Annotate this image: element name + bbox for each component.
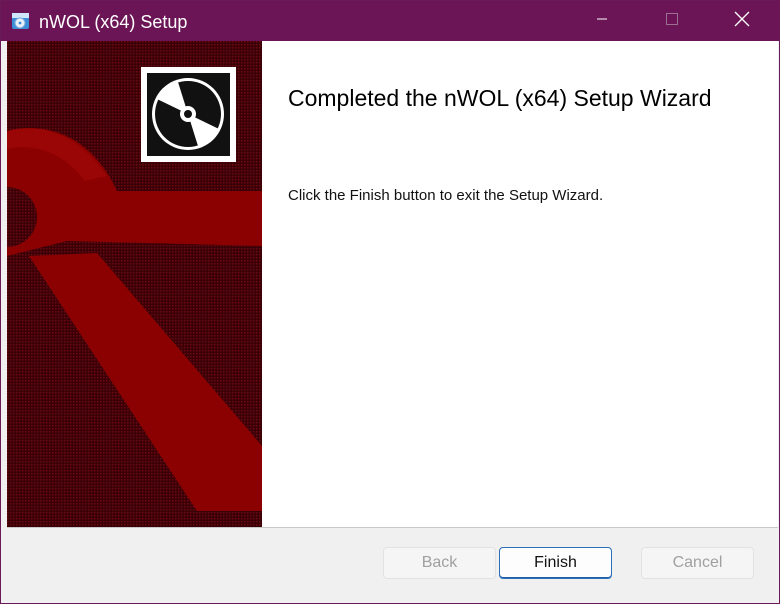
completion-message: Click the Finish button to exit the Setu… <box>288 187 604 204</box>
maximize-icon <box>665 12 679 31</box>
cd-disc-icon <box>141 67 236 162</box>
page-title: Completed the nWOL (x64) Setup Wizard <box>288 85 712 111</box>
close-button[interactable] <box>707 1 777 41</box>
minimize-icon <box>596 12 608 30</box>
window-title: nWOL (x64) Setup <box>39 12 188 32</box>
maximize-button[interactable] <box>637 1 707 41</box>
installer-disc-icon <box>11 11 31 31</box>
button-bar: Back Finish Cancel <box>7 528 778 603</box>
back-button[interactable]: Back <box>383 547 496 579</box>
setup-window: nWOL (x64) Setup Completed the nWOL (x64… <box>0 0 780 604</box>
minimize-button[interactable] <box>567 1 637 41</box>
cancel-button[interactable]: Cancel <box>641 547 754 579</box>
wizard-banner <box>7 41 262 527</box>
finish-button[interactable]: Finish <box>499 547 612 579</box>
wizard-content: Completed the nWOL (x64) Setup Wizard Cl… <box>262 41 778 527</box>
close-icon <box>734 11 750 32</box>
title-bar[interactable]: nWOL (x64) Setup <box>1 1 779 41</box>
